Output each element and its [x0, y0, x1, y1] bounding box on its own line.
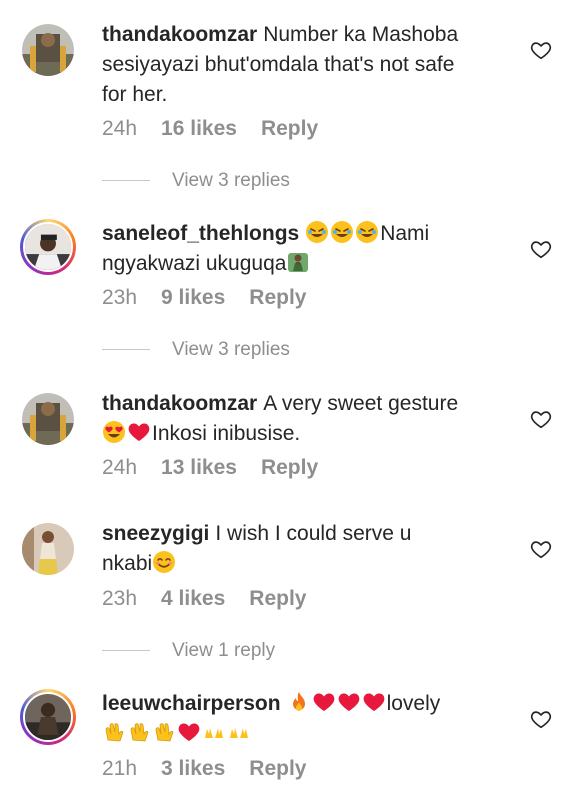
- view-replies-label: View 3 replies: [172, 170, 290, 191]
- like-heart-icon[interactable]: [530, 708, 552, 730]
- comment-meta: 24h 13 likes Reply: [102, 456, 342, 480]
- view-replies-label: View 1 reply: [172, 640, 276, 661]
- comment-likes[interactable]: 4 likes: [161, 587, 225, 610]
- clapping-hands-emoji: [102, 720, 126, 744]
- comment-username[interactable]: leeuwchairperson: [102, 692, 281, 715]
- comment-meta: 24h 16 likes Reply: [102, 117, 342, 141]
- red-heart-emoji: [127, 420, 151, 444]
- comment-meta: 23h 9 likes Reply: [102, 286, 330, 310]
- red-heart-emoji: [362, 690, 386, 714]
- comment-text: leeuwchairperson lovely: [102, 689, 502, 749]
- raising-hands-emoji: [202, 720, 226, 744]
- comment-likes[interactable]: 16 likes: [161, 117, 237, 140]
- comment-text: thandakoomzar A very sweet gesture Inkosi…: [102, 389, 502, 449]
- avatar[interactable]: [22, 523, 74, 575]
- smiling-face-emoji: [152, 550, 176, 574]
- rolling-laughing-emoji: [355, 220, 379, 244]
- comment-time: 24h: [102, 456, 138, 479]
- comment-username[interactable]: sneezygigi: [102, 522, 209, 545]
- divider-line: [102, 349, 150, 351]
- comment-text: sneezygigi I wish I could serve u nkabi: [102, 519, 502, 579]
- comment-body: I wish I could serve u: [215, 522, 412, 545]
- view-replies-label: View 3 replies: [172, 339, 290, 360]
- comment-body: Number ka Mashoba: [263, 23, 459, 46]
- reply-button[interactable]: Reply: [249, 286, 306, 309]
- like-heart-icon[interactable]: [530, 39, 552, 61]
- comment-meta: 23h 4 likes Reply: [102, 587, 330, 611]
- reply-button[interactable]: Reply: [249, 757, 306, 780]
- comment-body: Inkosi inibusise.: [152, 422, 301, 445]
- avatar[interactable]: [22, 24, 74, 76]
- fire-emoji: [287, 690, 311, 714]
- red-heart-emoji: [177, 720, 201, 744]
- reply-button[interactable]: Reply: [261, 117, 318, 140]
- reply-button[interactable]: Reply: [261, 456, 318, 479]
- comment-likes[interactable]: 9 likes: [161, 286, 225, 309]
- like-heart-icon[interactable]: [530, 538, 552, 560]
- comment-meta: 21h 3 likes Reply: [102, 757, 330, 781]
- comment-body: for her.: [102, 83, 168, 106]
- like-heart-icon[interactable]: [530, 408, 552, 430]
- view-replies-link[interactable]: View 3 replies: [102, 339, 290, 361]
- reply-button[interactable]: Reply: [249, 587, 306, 610]
- comment-time: 23h: [102, 286, 138, 309]
- comment-time: 24h: [102, 117, 138, 140]
- comment-body: nkabi: [102, 552, 153, 575]
- comment-username[interactable]: thandakoomzar: [102, 392, 257, 415]
- avatar[interactable]: [20, 689, 76, 745]
- avatar[interactable]: [22, 393, 74, 445]
- comment-text: thandakoomzar Number ka Mashoba sesiyayaz…: [102, 20, 502, 110]
- raising-hands-emoji: [227, 720, 251, 744]
- comment-body: A very sweet gesture: [263, 392, 459, 415]
- clapping-hands-emoji: [127, 720, 151, 744]
- like-heart-icon[interactable]: [530, 238, 552, 260]
- comment-time: 21h: [102, 757, 138, 780]
- comment-time: 23h: [102, 587, 138, 610]
- avatar[interactable]: [20, 219, 76, 275]
- divider-line: [102, 180, 150, 182]
- comment-text: saneleof_thehlongs Nami ngyakwazi ukuguqa: [102, 219, 502, 279]
- person-kneeling-emoji: [286, 250, 310, 274]
- comment-body: ngyakwazi ukuguqa: [102, 252, 287, 275]
- clapping-hands-emoji: [152, 720, 176, 744]
- red-heart-emoji: [312, 690, 336, 714]
- comment-likes[interactable]: 13 likes: [161, 456, 237, 479]
- heart-eyes-emoji: [102, 420, 126, 444]
- comment-body: sesiyayazi bhut'omdala that's not safe: [102, 53, 455, 76]
- view-replies-link[interactable]: View 3 replies: [102, 170, 290, 192]
- rolling-laughing-emoji: [330, 220, 354, 244]
- rolling-laughing-emoji: [305, 220, 329, 244]
- comment-body: Nami: [380, 222, 430, 245]
- comment-username[interactable]: saneleof_thehlongs: [102, 222, 299, 245]
- comment-username[interactable]: thandakoomzar: [102, 23, 257, 46]
- divider-line: [102, 650, 150, 652]
- comment-body: lovely: [386, 692, 441, 715]
- red-heart-emoji: [337, 690, 361, 714]
- comment-likes[interactable]: 3 likes: [161, 757, 225, 780]
- view-replies-link[interactable]: View 1 reply: [102, 640, 275, 662]
